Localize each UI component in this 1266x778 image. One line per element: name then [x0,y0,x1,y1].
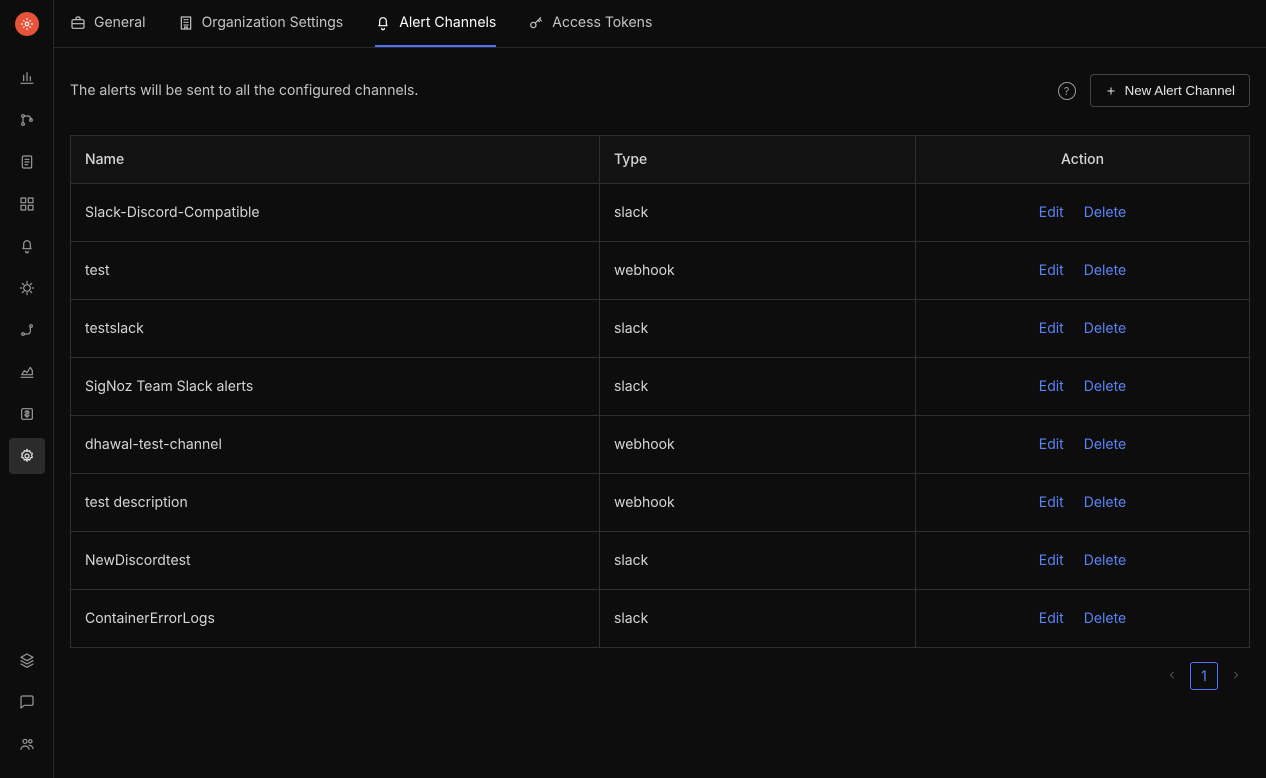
sidebar-item-billing[interactable] [9,396,45,432]
cell-name: test description [71,474,600,532]
cell-type: webhook [600,416,916,474]
edit-link[interactable]: Edit [1039,436,1064,453]
cell-name: test [71,242,600,300]
page-1[interactable]: 1 [1190,662,1218,690]
cell-name: dhawal-test-channel [71,416,600,474]
edit-link[interactable]: Edit [1039,204,1064,221]
cell-name: NewDiscordtest [71,532,600,590]
cell-name: SigNoz Team Slack alerts [71,358,600,416]
page-prev-icon [1166,668,1178,685]
table-row: NewDiscordtestslack Edit Delete [71,532,1250,590]
pagination: 1 [70,648,1250,690]
table-row: Slack-Discord-Compatibleslack Edit Delete [71,184,1250,242]
cell-action: Edit Delete [916,532,1250,590]
cell-type: slack [600,532,916,590]
sidebar-item-invite[interactable] [9,726,45,762]
cell-action: Edit Delete [916,590,1250,648]
sidebar-item-metrics[interactable] [9,60,45,96]
new-alert-channel-button[interactable]: New Alert Channel [1090,74,1250,107]
sidebar-item-feedback[interactable] [9,684,45,720]
col-action: Action [916,136,1250,184]
delete-link[interactable]: Delete [1084,204,1126,221]
cell-type: slack [600,590,916,648]
page-description: The alerts will be sent to all the confi… [70,82,418,99]
edit-link[interactable]: Edit [1039,262,1064,279]
table-row: dhawal-test-channelwebhook Edit Delete [71,416,1250,474]
new-alert-channel-label: New Alert Channel [1125,83,1235,98]
cell-type: slack [600,184,916,242]
table-row: ContainerErrorLogsslack Edit Delete [71,590,1250,648]
alert-channels-table: Name Type Action Slack-Discord-Compatibl… [70,135,1250,648]
cell-name: ContainerErrorLogs [71,590,600,648]
sidebar [0,0,54,778]
sidebar-item-logs[interactable] [9,144,45,180]
table-row: testwebhook Edit Delete [71,242,1250,300]
col-type[interactable]: Type [600,136,916,184]
cell-action: Edit Delete [916,358,1250,416]
edit-link[interactable]: Edit [1039,552,1064,569]
cell-action: Edit Delete [916,300,1250,358]
delete-link[interactable]: Delete [1084,262,1126,279]
sidebar-item-traces[interactable] [9,102,45,138]
sidebar-item-pipeline[interactable] [9,312,45,348]
cell-action: Edit Delete [916,416,1250,474]
sidebar-item-settings[interactable] [9,438,45,474]
cell-type: slack [600,358,916,416]
edit-link[interactable]: Edit [1039,320,1064,337]
cell-action: Edit Delete [916,474,1250,532]
delete-link[interactable]: Delete [1084,552,1126,569]
tab-label: Access Tokens [552,14,652,31]
help-icon[interactable]: ? [1058,82,1076,100]
delete-link[interactable]: Delete [1084,436,1126,453]
sidebar-item-usage[interactable] [9,354,45,390]
sidebar-item-alerts[interactable] [9,228,45,264]
tab-alerts[interactable]: Alert Channels [375,0,496,47]
cell-type: webhook [600,242,916,300]
edit-link[interactable]: Edit [1039,610,1064,627]
page-next-icon [1230,668,1242,685]
tab-label: General [94,14,146,31]
delete-link[interactable]: Delete [1084,320,1126,337]
edit-link[interactable]: Edit [1039,494,1064,511]
tab-label: Alert Channels [399,14,496,31]
cell-name: Slack-Discord-Compatible [71,184,600,242]
sidebar-item-exceptions[interactable] [9,270,45,306]
table-row: SigNoz Team Slack alertsslack Edit Delete [71,358,1250,416]
tab-org[interactable]: Organization Settings [178,0,344,47]
delete-link[interactable]: Delete [1084,378,1126,395]
tab-tokens[interactable]: Access Tokens [528,0,652,47]
tab-general[interactable]: General [70,0,146,47]
logo-icon[interactable] [15,12,39,36]
cell-action: Edit Delete [916,184,1250,242]
table-row: test descriptionwebhook Edit Delete [71,474,1250,532]
tab-label: Organization Settings [202,14,344,31]
edit-link[interactable]: Edit [1039,378,1064,395]
table-row: testslackslack Edit Delete [71,300,1250,358]
cell-action: Edit Delete [916,242,1250,300]
cell-type: slack [600,300,916,358]
sidebar-item-layers[interactable] [9,642,45,678]
cell-type: webhook [600,474,916,532]
col-name[interactable]: Name [71,136,600,184]
settings-tabs: General Organization Settings Alert Channe… [54,0,1266,48]
cell-name: testslack [71,300,600,358]
main-content: General Organization Settings Alert Channe… [54,0,1266,778]
sidebar-item-dashboards[interactable] [9,186,45,222]
delete-link[interactable]: Delete [1084,610,1126,627]
delete-link[interactable]: Delete [1084,494,1126,511]
